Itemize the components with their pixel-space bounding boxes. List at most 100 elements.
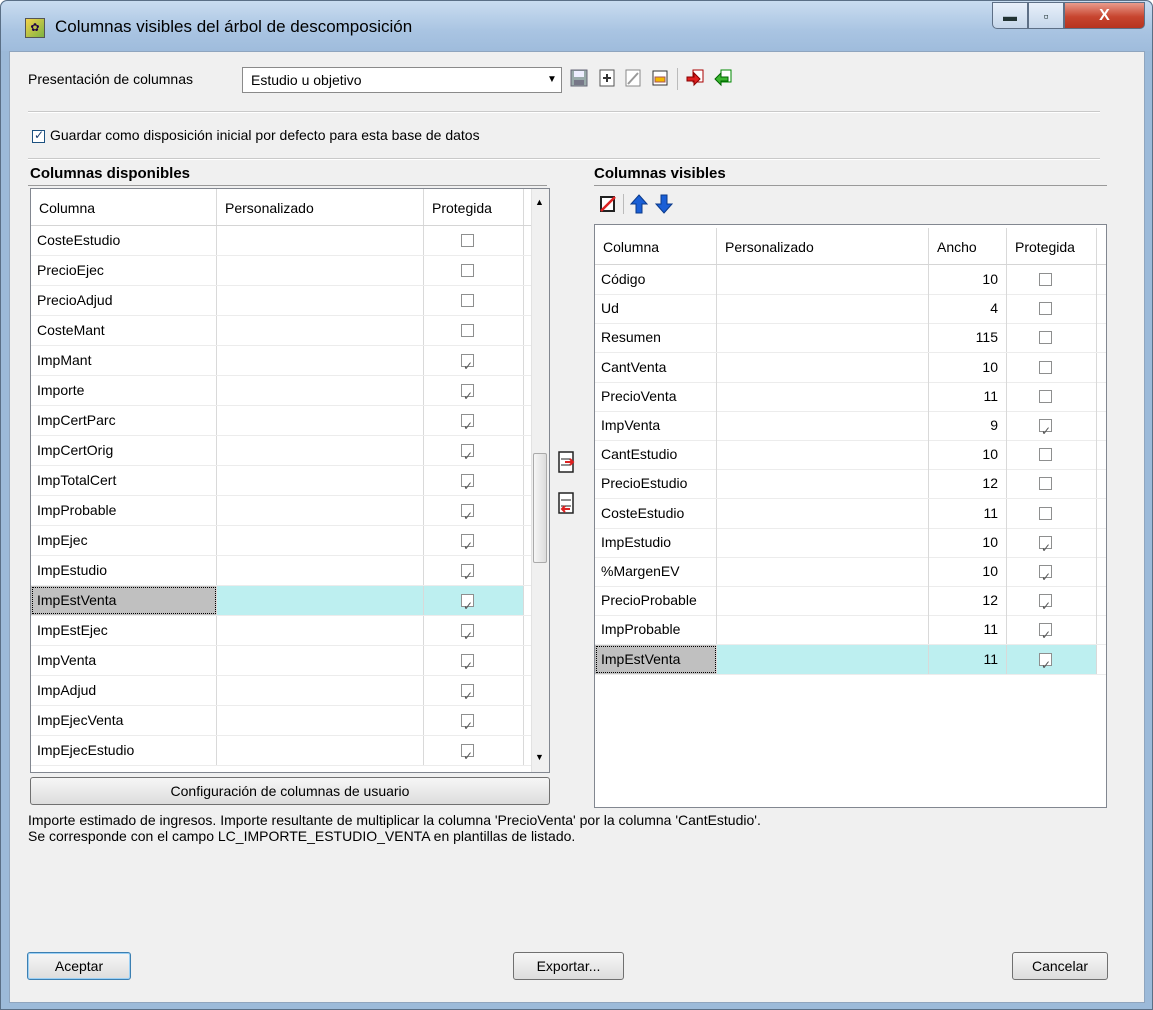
cell-ancho[interactable]: 11 [929, 381, 1007, 411]
protected-checkbox[interactable] [461, 532, 474, 561]
header-personalizado[interactable]: Personalizado [217, 189, 424, 225]
cell-columna[interactable]: ImpEstudio [595, 527, 717, 557]
table-row[interactable]: Ud 4 [595, 294, 1106, 325]
table-row[interactable]: CosteEstudio 11 [595, 498, 1106, 529]
cell-personalizado[interactable] [217, 556, 424, 585]
cell-columna[interactable]: Código [595, 265, 717, 294]
cell-columna[interactable]: CantVenta [595, 352, 717, 382]
cell-columna[interactable]: ImpVenta [595, 411, 717, 440]
table-row[interactable]: ImpProbable [31, 496, 533, 531]
cell-personalizado[interactable] [717, 557, 929, 586]
cell-personalizado[interactable] [217, 676, 424, 705]
edit-icon[interactable] [621, 66, 645, 90]
table-row[interactable]: ImpEjec [31, 526, 533, 561]
protected-checkbox[interactable] [1039, 477, 1052, 491]
cell-columna[interactable]: PrecioProbable [595, 586, 717, 616]
table-row[interactable]: ImpEstudio 10 [595, 527, 1106, 563]
table-row[interactable]: %MargenEV 10 [595, 557, 1106, 592]
cell-columna[interactable]: ImpVenta [31, 646, 217, 675]
table-row[interactable]: CosteMant [31, 316, 533, 346]
protected-checkbox[interactable] [461, 652, 474, 681]
table-row[interactable]: ImpTotalCert [31, 466, 533, 501]
cell-columna[interactable]: ImpEstVenta [595, 644, 717, 674]
cell-protegida[interactable] [1007, 557, 1097, 592]
table-row[interactable]: ImpProbable 11 [595, 615, 1106, 650]
cell-columna[interactable]: ImpProbable [595, 615, 717, 645]
cell-ancho[interactable]: 10 [929, 527, 1007, 557]
cell-personalizado[interactable] [717, 469, 929, 499]
table-row[interactable]: ImpEjecEstudio [31, 736, 533, 771]
cell-personalizado[interactable] [217, 376, 424, 405]
table-row[interactable]: ImpEstudio [31, 556, 533, 591]
cell-protegida[interactable] [1007, 527, 1097, 563]
header-personalizado[interactable]: Personalizado [717, 228, 929, 264]
new-icon[interactable] [595, 66, 619, 90]
cell-columna[interactable]: PrecioEstudio [595, 469, 717, 499]
protected-checkbox[interactable] [461, 294, 474, 307]
cell-ancho[interactable]: 11 [929, 498, 1007, 528]
cell-protegida[interactable] [1007, 265, 1097, 294]
cell-ancho[interactable]: 10 [929, 352, 1007, 382]
table-row[interactable]: ImpAdjud [31, 676, 533, 711]
table-row[interactable]: ImpEjecVenta [31, 706, 533, 741]
protected-checkbox[interactable] [1039, 592, 1052, 621]
protected-checkbox[interactable] [1039, 651, 1052, 680]
cell-protegida[interactable] [1007, 498, 1097, 528]
cell-columna[interactable]: PrecioAdjud [31, 286, 217, 315]
presentation-select[interactable]: Estudio u objetivo ▼ [242, 67, 562, 93]
cell-columna[interactable]: ImpEjecEstudio [31, 736, 217, 765]
available-columns-grid[interactable]: Columna Personalizado Protegida CosteEst… [30, 188, 550, 773]
protected-checkbox[interactable] [461, 472, 474, 501]
cell-personalizado[interactable] [717, 381, 929, 411]
cell-protegida[interactable] [424, 526, 524, 561]
import-icon[interactable] [683, 66, 707, 90]
cell-protegida[interactable] [424, 736, 524, 771]
protected-checkbox[interactable] [461, 712, 474, 741]
cell-protegida[interactable] [424, 496, 524, 531]
cell-protegida[interactable] [424, 226, 524, 255]
cell-personalizado[interactable] [217, 706, 424, 735]
cell-protegida[interactable] [424, 646, 524, 681]
table-row[interactable]: PrecioVenta 11 [595, 381, 1106, 412]
cell-personalizado[interactable] [217, 286, 424, 315]
minimize-button[interactable]: ▬ [992, 2, 1028, 29]
cell-protegida[interactable] [424, 346, 524, 381]
cell-personalizado[interactable] [717, 615, 929, 645]
protected-checkbox[interactable] [461, 412, 474, 441]
cell-ancho[interactable]: 12 [929, 469, 1007, 499]
cell-columna[interactable]: ImpMant [31, 346, 217, 375]
protected-checkbox[interactable] [1039, 621, 1052, 650]
cell-personalizado[interactable] [217, 406, 424, 435]
cell-protegida[interactable] [424, 406, 524, 441]
protected-checkbox[interactable] [461, 264, 474, 277]
close-button[interactable]: X [1064, 2, 1145, 29]
cell-protegida[interactable] [424, 376, 524, 411]
header-protegida[interactable]: Protegida [1007, 228, 1097, 264]
cell-columna[interactable]: PrecioEjec [31, 256, 217, 285]
cell-personalizado[interactable] [717, 644, 929, 674]
user-columns-config-button[interactable]: Configuración de columnas de usuario [30, 777, 550, 805]
cell-personalizado[interactable] [717, 440, 929, 470]
table-row[interactable]: PrecioEstudio 12 [595, 469, 1106, 500]
cell-personalizado[interactable] [717, 352, 929, 382]
table-row[interactable]: PrecioEjec [31, 256, 533, 286]
cell-columna[interactable]: CosteEstudio [31, 226, 217, 255]
protected-checkbox[interactable] [1039, 273, 1052, 286]
protected-checkbox[interactable] [461, 742, 474, 771]
cell-personalizado[interactable] [217, 316, 424, 345]
cell-columna[interactable]: Importe [31, 376, 217, 405]
cell-protegida[interactable] [1007, 469, 1097, 499]
table-row[interactable]: Código 10 [595, 265, 1106, 295]
cell-columna[interactable]: Ud [595, 294, 717, 324]
export-icon[interactable] [711, 66, 735, 90]
protected-checkbox[interactable] [1039, 448, 1052, 462]
cell-columna[interactable]: ImpEstEjec [31, 616, 217, 645]
table-row[interactable] [31, 766, 533, 772]
default-layout-checkbox[interactable] [32, 128, 45, 143]
cell-personalizado[interactable] [717, 323, 929, 353]
protected-checkbox[interactable] [1039, 534, 1052, 563]
rename-icon[interactable] [648, 66, 672, 90]
cell-columna[interactable]: ImpEstudio [31, 556, 217, 585]
cell-ancho[interactable]: 10 [929, 440, 1007, 470]
cell-columna[interactable]: ImpCertOrig [31, 436, 217, 465]
